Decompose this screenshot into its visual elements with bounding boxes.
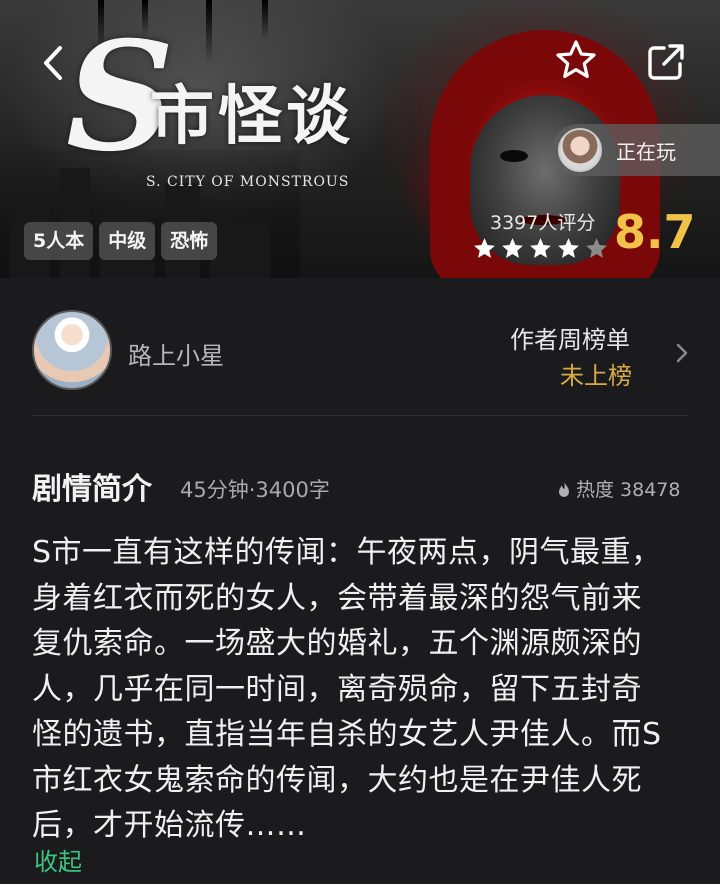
- synopsis-line: 后，才开始流传……: [32, 808, 307, 843]
- collapse-button[interactable]: 收起: [34, 842, 82, 877]
- synopsis-title: 剧情简介: [32, 472, 152, 507]
- author-avatar[interactable]: [32, 310, 112, 390]
- synopsis-line: 市红衣女鬼索命的传闻，大约也是在尹佳人死: [32, 762, 642, 798]
- rating-stars: [472, 236, 609, 261]
- cover-logo-subtitle: S. CITY OF MONSTROUS: [146, 174, 350, 190]
- synopsis-meta: 45分钟·3400字: [180, 478, 330, 502]
- blood-drip: [206, 0, 212, 64]
- rating-score: 8.7: [614, 205, 696, 259]
- synopsis-line: 身着红衣而死的女人，会带着最深的怨气前来: [32, 580, 642, 616]
- synopsis-line: S市一直有这样的传闻：午夜两点，阴气最重，: [32, 535, 662, 570]
- chevron-right-icon[interactable]: [672, 338, 692, 368]
- star-filled-icon: [530, 238, 551, 258]
- author-name[interactable]: 路上小星: [128, 336, 224, 371]
- favorite-button[interactable]: [554, 38, 598, 82]
- author-row[interactable]: 路上小星 作者周榜单 未上榜: [0, 278, 720, 416]
- star-empty-icon: [586, 238, 607, 258]
- star-outline-icon: [556, 40, 596, 79]
- flame-icon: [559, 481, 569, 497]
- synopsis-line: 人，几乎在同一时间，离奇殒命，留下五封奇: [32, 671, 642, 707]
- section-divider: [32, 415, 688, 416]
- share-button[interactable]: [644, 40, 688, 84]
- tag-genre: 恐怖: [161, 222, 218, 260]
- blood-drip: [262, 0, 268, 40]
- author-rank-value: 未上榜: [560, 362, 632, 390]
- tag-difficulty: 中级: [99, 222, 156, 260]
- synopsis-body: S市一直有这样的传闻：午夜两点，阴气最重， 身着红衣而死的女人，会带着最深的怨气…: [32, 530, 692, 849]
- heat-label: 热度 38478: [576, 479, 681, 501]
- ghost-eye: [500, 150, 528, 162]
- rating-count: 3397人评分: [490, 212, 596, 234]
- now-playing-label: 正在玩: [616, 139, 676, 164]
- star-filled-icon: [502, 238, 523, 258]
- star-filled-icon: [558, 238, 579, 258]
- star-filled-icon: [474, 238, 495, 258]
- synopsis-line: 复仇索命。一场盛大的婚礼，五个渊源颇深的: [32, 626, 642, 661]
- author-rank-title: 作者周榜单: [510, 326, 630, 354]
- chevron-left-icon: [44, 46, 62, 80]
- cover-logo-title: 市怪谈: [150, 79, 354, 154]
- tag-player-count: 5人本: [24, 222, 94, 260]
- heat-indicator: 热度 38478: [556, 476, 680, 504]
- player-avatar: [558, 128, 602, 172]
- tag-list: 5人本 中级 恐怖: [24, 222, 218, 260]
- back-button[interactable]: [34, 38, 74, 88]
- synopsis-line: 怪的遗书，直指当年自杀的女艺人尹佳人。而S: [32, 717, 662, 752]
- share-external-icon: [648, 44, 684, 80]
- now-playing-pill[interactable]: 正在玩: [552, 124, 720, 176]
